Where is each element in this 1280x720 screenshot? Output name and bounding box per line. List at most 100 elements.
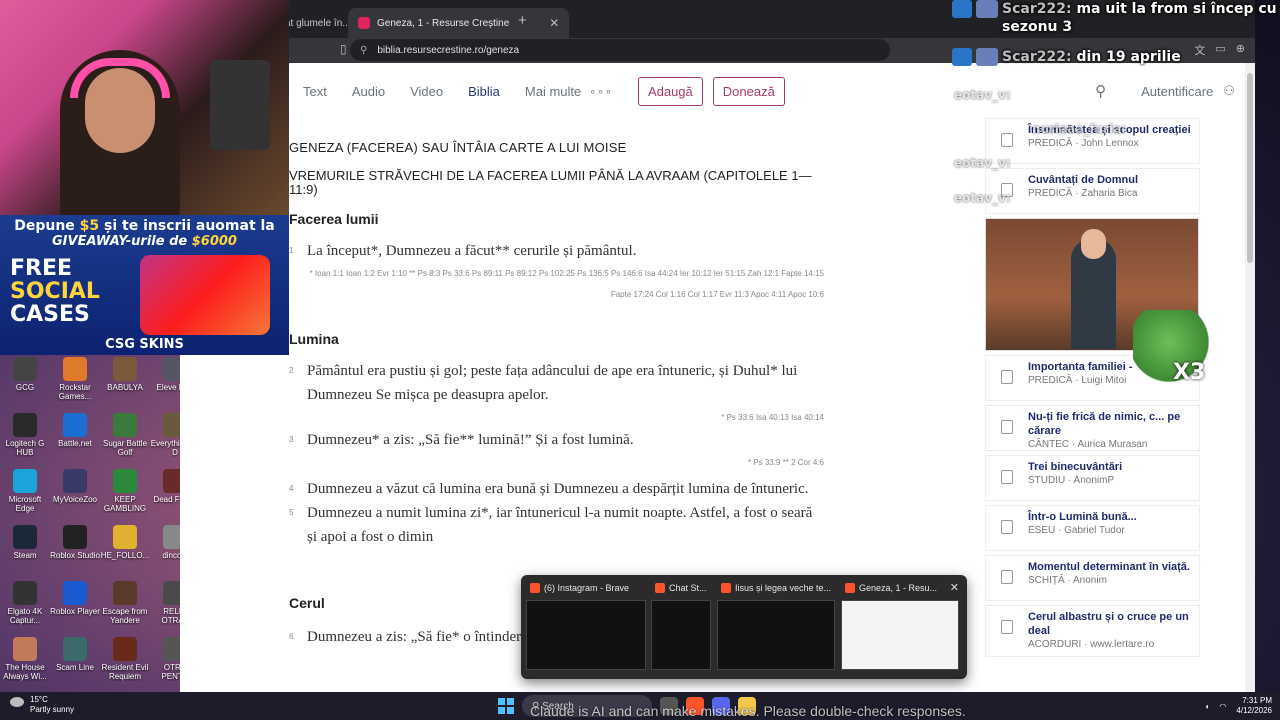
site-info-icon[interactable]: ⚲ [360, 45, 367, 56]
related-item[interactable]: Într-o Lumină bună... ESEU · Gabriel Tud… [985, 505, 1200, 551]
related-meta: CÂNTEC · Aurica Murasan [1028, 439, 1148, 450]
desktop-shortcut[interactable]: Sugar Battle Golf [100, 411, 150, 467]
desktop-shortcut[interactable]: Roblox Studio [50, 523, 100, 579]
app-icon [113, 357, 137, 381]
more-dots-icon[interactable]: ∘∘∘ [589, 85, 613, 98]
network-icon[interactable]: ◠ [1219, 702, 1226, 711]
system-tray: ◖ ◠ 7:31 PM 4/12/2026 [1205, 696, 1272, 716]
desktop-shortcut[interactable]: Resident Evil Requiem [100, 635, 150, 691]
verse[interactable]: 4 Dumnezeu a văzut că lumina era bună și… [289, 477, 824, 501]
verse-text: Dumnezeu a numit lumina zi*, iar întuner… [307, 505, 813, 545]
desktop-shortcut[interactable]: Rockstar Games... [50, 355, 100, 411]
shortcut-label: Roblox Studio [50, 551, 100, 560]
weather-widget[interactable]: 15°C Partly sunny [10, 695, 74, 715]
chat-badge-icon [952, 48, 972, 66]
desktop-shortcut[interactable]: Elgato 4K Captur... [0, 579, 50, 635]
nav-text[interactable]: Text [303, 84, 327, 99]
address-bar[interactable]: ⚲ biblia.resursecrestine.ro/geneza [350, 39, 890, 61]
weather-temp: 15°C [30, 695, 48, 704]
nav-more[interactable]: Mai multe [525, 84, 581, 99]
window-thumbnail[interactable]: Iisus și legea veche te... [717, 580, 835, 674]
verse-number: 2 [289, 366, 294, 375]
verse-references[interactable]: * Ps 33:9 ** 2 Cor 4:6 [289, 452, 824, 473]
login-link[interactable]: Autentificare [1141, 84, 1213, 99]
shortcut-label: Steam [13, 551, 37, 560]
verse[interactable]: 5 Dumnezeu a numit lumina zi*, iar întun… [289, 501, 824, 549]
shortcut-label: Rockstar Games... [58, 383, 92, 401]
shortcut-label: The House Always Wi... [3, 663, 47, 681]
thumbnail-title: Geneza, 1 - Resu... [841, 580, 959, 596]
window-thumbnail[interactable]: Chat St... [651, 580, 711, 674]
desktop-shortcut[interactable]: The House Always Wi... [0, 635, 50, 691]
app-icon [13, 469, 37, 493]
desktop-shortcut[interactable]: Scam Line [50, 635, 100, 691]
related-meta: ACORDURI · www.lertare.ro [1028, 639, 1155, 650]
bookmark-icon[interactable]: ▯ [340, 42, 347, 56]
site-navigation: Text Audio Video Biblia Mai multe ∘∘∘ Ad… [180, 63, 1255, 119]
desktop-shortcut[interactable]: Roblox Player [50, 579, 100, 635]
shortcut-label: Elgato 4K Captur... [7, 607, 43, 625]
close-tab-icon[interactable]: ✕ [549, 16, 559, 30]
app-icon [63, 469, 87, 493]
close-window-icon[interactable]: ✕ [950, 581, 959, 594]
chat-message: Scar222: din 19 aprilie [952, 48, 1280, 66]
related-item[interactable]: Cerul albastru și o cruce pe un deal ACO… [985, 605, 1200, 657]
promo-amount: $5 [79, 218, 100, 234]
add-button[interactable]: Adaugă [637, 76, 703, 106]
user-icon[interactable]: ⚇ [1223, 83, 1235, 99]
desktop-shortcut[interactable]: Escape from Yandere [100, 579, 150, 635]
chat-username-faded: nuriaaa_furia: [1032, 122, 1127, 136]
desktop-shortcut[interactable]: GCG [0, 355, 50, 411]
search-icon[interactable]: ⚲ [1095, 82, 1106, 100]
document-icon [1001, 570, 1013, 584]
nav-video[interactable]: Video [410, 84, 443, 99]
window-thumbnail-active[interactable]: Geneza, 1 - Resu... [841, 580, 959, 674]
thumbnail-preview [717, 600, 835, 670]
chat-username: Scar222: [1002, 49, 1072, 65]
scrollbar-thumb[interactable] [1247, 73, 1253, 263]
chat-avatar-icon [976, 48, 998, 66]
desktop-shortcut[interactable]: Logitech G HUB [0, 411, 50, 467]
desktop-shortcut[interactable]: Steam [0, 523, 50, 579]
start-icon[interactable] [498, 698, 514, 714]
verse-references[interactable]: * Ioan 1:1 Ioan 1:2 Evr 1:10 ** Ps 8:3 P… [289, 263, 824, 305]
stream-chat-overlay: Scar222: ma uit la from si încep cu sezo… [952, 0, 1280, 205]
shortcut-label: Microsoft Edge [8, 495, 42, 513]
verse[interactable]: 2 Pământul era pustiu și gol; peste fața… [289, 359, 824, 407]
webcam-overlay [0, 0, 289, 215]
verse-references[interactable]: * Ps 33:6 Isa 40:13 Isa 40:14 [289, 407, 824, 428]
desktop-shortcut[interactable]: HE_FOLLO... [100, 523, 150, 579]
shortcut-label: HE_FOLLO... [100, 551, 150, 560]
document-icon [1001, 133, 1013, 147]
app-icon [13, 413, 37, 437]
clock[interactable]: 7:31 PM 4/12/2026 [1236, 696, 1272, 716]
related-title: Momentul determinant în viață. [1028, 561, 1190, 573]
browser-tab-active[interactable]: Geneza, 1 - Resurse Creștine ✕ [348, 8, 570, 38]
nav-biblia[interactable]: Biblia [468, 84, 500, 99]
donate-button[interactable]: Donează [712, 76, 785, 106]
shortcut-label: Sugar Battle Golf [102, 439, 148, 457]
desktop-shortcut[interactable]: BABULYA [100, 355, 150, 411]
section-heading: Facerea lumii [289, 211, 379, 227]
nav-right: ⚲ Autentificare ⚇ [1095, 82, 1235, 100]
tab-label: at glumele în... [285, 17, 351, 29]
related-meta: PREDICĂ · Zaharia Bica [1028, 188, 1138, 199]
new-tab-icon[interactable]: + [518, 12, 527, 29]
related-item[interactable]: Momentul determinant în viață. SCHIȚĂ · … [985, 555, 1200, 601]
verse[interactable]: 3 Dumnezeu* a zis: „Să fie** lumină!” Și… [289, 428, 824, 452]
chat-message: Scar222: ma uit la from si încep cu sezo… [952, 0, 1280, 36]
verse[interactable]: 1 La început*, Dumnezeu a făcut** ceruri… [289, 239, 824, 263]
desktop-shortcut[interactable]: Battle.net [50, 411, 100, 467]
window-thumbnail[interactable]: (6) Instagram - Brave [526, 580, 646, 674]
shortcut-label: KEEP GAMBLING [103, 495, 147, 513]
desktop-shortcut[interactable]: MyVoiceZoo [50, 467, 100, 523]
related-item[interactable]: Nu-ți fie frică de nimic, c... pe cărare… [985, 405, 1200, 451]
related-item[interactable]: Cuvântați de Domnul PREDICĂ · Zaharia Bi… [985, 168, 1200, 214]
desktop-shortcut[interactable]: KEEP GAMBLING [100, 467, 150, 523]
nav-audio[interactable]: Audio [352, 84, 385, 99]
related-item[interactable]: Trei binecuvântări STUDIU · AnonimP [985, 455, 1200, 501]
verse-number: 6 [289, 632, 294, 641]
page-scrollbar[interactable] [1245, 63, 1255, 692]
volume-icon[interactable]: ◖ [1205, 702, 1210, 711]
desktop-shortcut[interactable]: Microsoft Edge [0, 467, 50, 523]
